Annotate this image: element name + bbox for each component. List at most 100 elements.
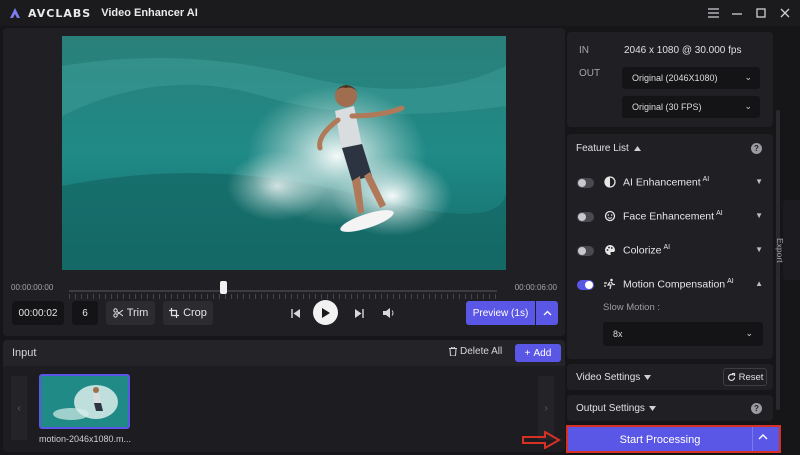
fps-value: Original (30 FPS) <box>632 102 702 112</box>
current-time-field[interactable]: 00:00:02 <box>12 301 64 325</box>
feature-list-title: Feature List <box>576 143 629 154</box>
delete-all-button[interactable]: Delete All <box>449 346 502 357</box>
feature-face-enhancement[interactable]: Face Enhancement AI ▼ <box>567 207 773 229</box>
next-frame-icon[interactable] <box>351 299 367 327</box>
timeline-start-time: 00:00:00:00 <box>11 283 54 292</box>
caret-down-icon <box>644 375 652 380</box>
ai-enhancement-toggle[interactable] <box>577 178 594 188</box>
video-settings-header[interactable]: Video Settings <box>576 372 652 383</box>
crop-icon <box>169 308 180 318</box>
input-header: Input Delete All + Add <box>3 340 565 366</box>
face-icon <box>604 210 616 222</box>
scissors-icon <box>113 308 123 318</box>
preview-options-button[interactable] <box>536 301 558 325</box>
add-label: Add <box>533 347 552 359</box>
chevron-up-icon[interactable] <box>758 432 768 443</box>
fps-select[interactable]: Original (30 FPS) ⌄ <box>622 96 760 118</box>
chevron-up-icon <box>543 310 551 316</box>
out-label: OUT <box>579 68 601 79</box>
resolution-value: Original (2046X1080) <box>632 73 718 83</box>
output-settings-header[interactable]: Output Settings <box>576 403 656 414</box>
feature-label: AI Enhancement AI <box>623 176 710 189</box>
crop-label: Crop <box>183 307 207 319</box>
file-thumbnail[interactable] <box>39 374 130 429</box>
scroll-left-icon[interactable]: ‹ <box>11 376 27 440</box>
highlight-arrow-icon <box>522 431 561 449</box>
feature-motion-compensation[interactable]: Motion Compensation AI ▲ <box>567 275 773 297</box>
help-icon[interactable]: ? <box>751 403 762 414</box>
reset-label: Reset <box>738 371 764 383</box>
export-label: Export <box>775 238 785 263</box>
motion-icon <box>604 278 616 290</box>
caret-up-icon <box>633 146 641 151</box>
slow-motion-label: Slow Motion : <box>603 302 661 313</box>
start-divider <box>752 427 753 451</box>
trim-button[interactable]: Trim <box>106 301 155 325</box>
preview-panel: 00:00:00:00 00:00:06:00 00:00:02 6 Trim … <box>3 28 565 336</box>
video-preview[interactable] <box>62 36 506 270</box>
caret-down-icon[interactable]: ▼ <box>755 211 763 220</box>
player-controls: 00:00:02 6 Trim Crop Preview (1s) <box>3 299 565 329</box>
feature-list-card: Feature List ? AI Enhancement AI ▼ Face E… <box>567 134 773 359</box>
help-icon[interactable]: ? <box>751 143 762 154</box>
timeline-end-time: 00:00:06:00 <box>514 283 557 292</box>
volume-icon[interactable] <box>381 299 397 327</box>
feature-label: Face Enhancement AI <box>623 210 723 223</box>
io-card: IN 2046 x 1080 @ 30.000 fps OUT Original… <box>567 32 773 127</box>
video-settings-title: Video Settings <box>576 372 641 383</box>
settings-panel: IN 2046 x 1080 @ 30.000 fps OUT Original… <box>567 28 775 423</box>
input-panel: Input Delete All + Add ‹ motion-2046x108… <box>3 340 565 452</box>
trim-label: Trim <box>126 307 149 319</box>
delete-all-label: Delete All <box>460 346 503 357</box>
reset-button[interactable]: Reset <box>723 368 767 386</box>
slow-motion-value: 8x <box>613 329 623 339</box>
crop-button[interactable]: Crop <box>163 301 213 325</box>
caret-down-icon[interactable]: ▼ <box>755 245 763 254</box>
in-label: IN <box>579 45 589 56</box>
caret-up-icon[interactable]: ▲ <box>755 279 763 288</box>
menu-icon[interactable] <box>704 4 722 22</box>
trash-icon <box>449 347 457 356</box>
maximize-icon[interactable] <box>752 4 770 22</box>
caret-down-icon[interactable]: ▼ <box>755 177 763 186</box>
play-button[interactable] <box>313 300 338 325</box>
start-processing-label: Start Processing <box>619 434 701 446</box>
close-icon[interactable] <box>776 4 794 22</box>
logo-icon <box>8 6 22 20</box>
palette-icon <box>604 244 616 256</box>
caret-down-icon <box>648 406 656 411</box>
file-name: motion-2046x1080.m... <box>39 434 132 444</box>
colorize-toggle[interactable] <box>577 246 594 256</box>
feature-label: Colorize AI <box>623 244 671 257</box>
video-settings-card[interactable]: Video Settings Reset <box>567 364 773 390</box>
chevron-down-icon: ⌄ <box>744 72 752 82</box>
minimize-icon[interactable] <box>728 4 746 22</box>
chevron-down-icon: ⌄ <box>745 328 753 338</box>
slow-motion-select[interactable]: 8x ⌄ <box>603 322 763 346</box>
motion-compensation-toggle[interactable] <box>577 280 594 290</box>
feature-list-header[interactable]: Feature List <box>576 143 641 154</box>
chevron-down-icon: ⌄ <box>744 101 752 111</box>
start-processing-button[interactable]: Start Processing <box>566 425 781 453</box>
reset-icon <box>727 372 735 381</box>
add-button[interactable]: + Add <box>515 344 561 362</box>
preview-button[interactable]: Preview (1s) <box>466 301 535 325</box>
output-settings-card[interactable]: Output Settings ? <box>567 395 773 421</box>
app-title: Video Enhancer AI <box>101 7 198 19</box>
timeline-track[interactable] <box>69 290 497 292</box>
frame-field[interactable]: 6 <box>72 301 98 325</box>
export-tab[interactable] <box>783 200 800 280</box>
timeline[interactable]: 00:00:00:00 00:00:06:00 <box>11 281 557 299</box>
playhead-handle[interactable] <box>219 281 227 294</box>
face-enhancement-toggle[interactable] <box>577 212 594 222</box>
feature-colorize[interactable]: Colorize AI ▼ <box>567 241 773 263</box>
title-bar: AVCLABS Video Enhancer AI <box>0 0 800 26</box>
in-value: 2046 x 1080 @ 30.000 fps <box>624 45 742 56</box>
plus-icon: + <box>524 347 531 359</box>
play-icon <box>322 307 330 318</box>
resolution-select[interactable]: Original (2046X1080) ⌄ <box>622 67 760 89</box>
previous-frame-icon[interactable] <box>287 299 303 327</box>
brand-name: AVCLABS <box>28 6 92 20</box>
feature-label: Motion Compensation AI <box>623 278 734 291</box>
feature-ai-enhancement[interactable]: AI Enhancement AI ▼ <box>567 173 773 195</box>
